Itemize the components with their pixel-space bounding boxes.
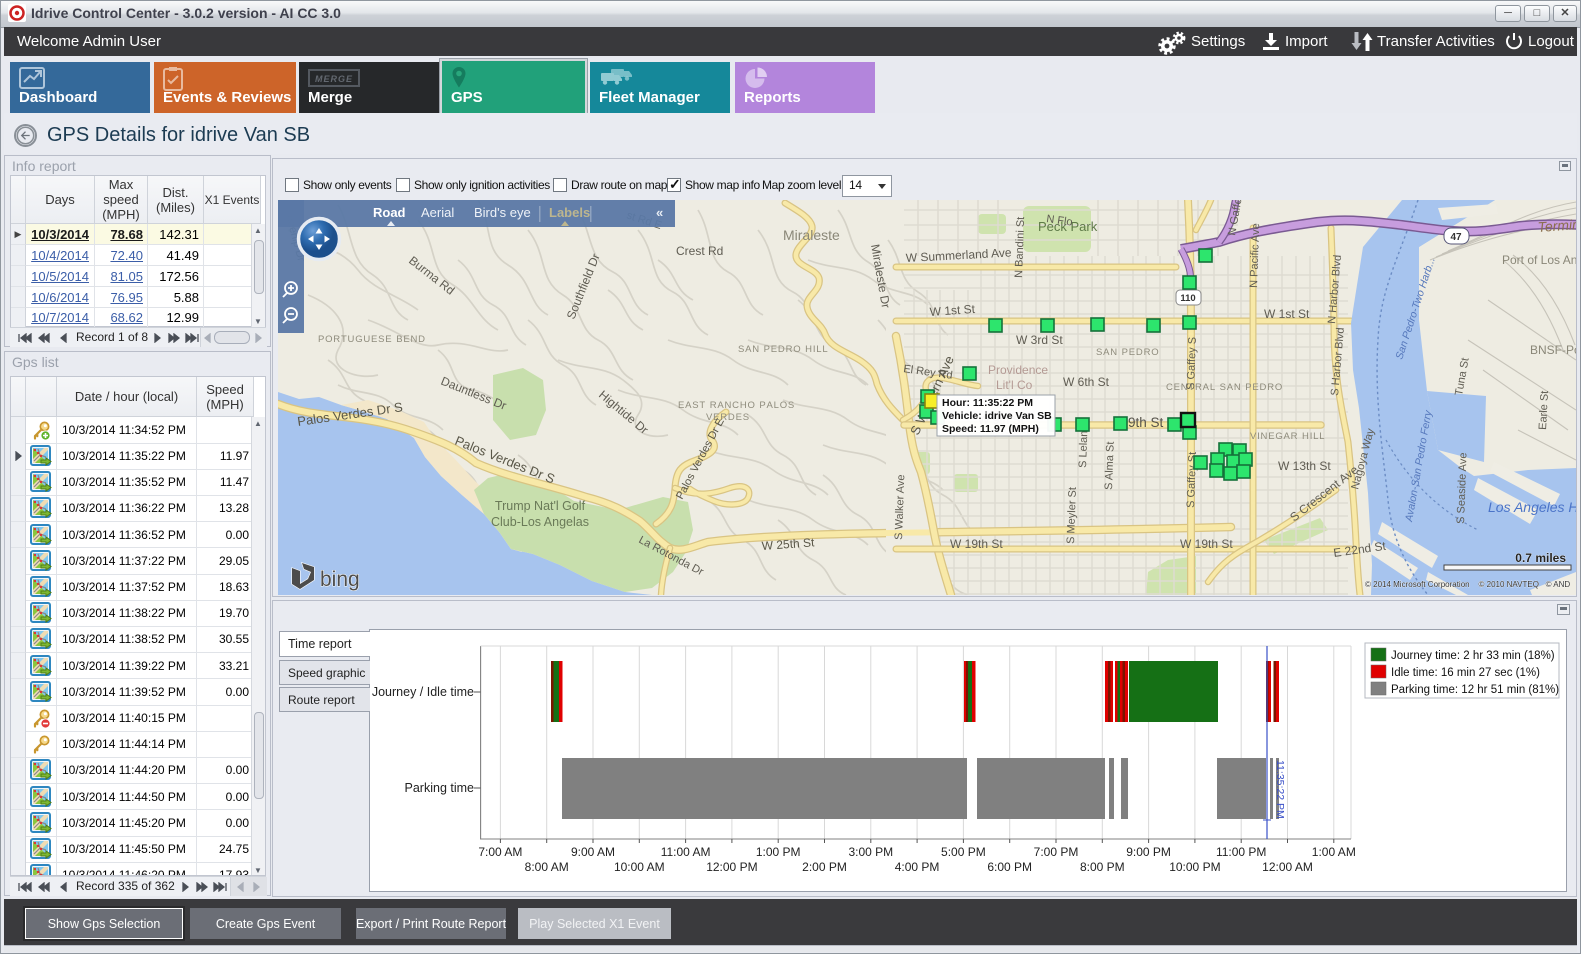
svg-text:4:00 PM: 4:00 PM — [895, 860, 940, 874]
svg-text:P O R T U G U E S E B E N D: P O R T U G U E S E B E N D — [318, 334, 425, 345]
svg-text:Journey time: 2 hr 33 min (18%: Journey time: 2 hr 33 min (18%) — [1391, 650, 1555, 662]
svg-text:BNSF-Port: BNSF-Port — [1530, 343, 1576, 357]
svg-text:MERGE: MERGE — [315, 74, 353, 84]
svg-text:11:00 AM: 11:00 AM — [661, 845, 711, 859]
svg-text:Providence: Providence — [988, 363, 1048, 377]
svg-text:9:00 PM: 9:00 PM — [1126, 845, 1171, 859]
svg-text:W 19th St: W 19th St — [1180, 537, 1233, 551]
svg-text:S Meyler St: S Meyler St — [1065, 487, 1079, 544]
svg-text:Los Angeles Harb: Los Angeles Harb — [1488, 499, 1576, 515]
svg-text:Hour: 11:35:22 PM: Hour: 11:35:22 PM — [942, 397, 1033, 409]
svg-text:Crest Rd: Crest Rd — [676, 244, 723, 258]
svg-text:Port of Los Angel: Port of Los Angel — [1502, 253, 1576, 267]
svg-text:Lit'l Co: Lit'l Co — [996, 378, 1033, 392]
svg-text:N Bandini St: N Bandini St — [1013, 217, 1027, 279]
svg-text:© 2014 Microsoft Corporation: © 2014 Microsoft Corporation © 2010 NAVT… — [1365, 580, 1570, 589]
svg-text:S Walker Ave: S Walker Ave — [893, 474, 907, 540]
svg-text:Journey / Idle time: Journey / Idle time — [372, 685, 474, 699]
svg-text:S A N P E D R O H I L L: S A N P E D R O H I L L — [738, 344, 828, 355]
svg-text:47: 47 — [1450, 232, 1462, 243]
svg-text:bing: bing — [320, 568, 360, 591]
svg-text:Parking time: 12 hr 51 min (81: Parking time: 12 hr 51 min (81%) — [1391, 684, 1559, 696]
svg-text:W 19th St: W 19th St — [950, 537, 1003, 551]
svg-text:S A N P E D R O: S A N P E D R O — [1096, 347, 1159, 358]
svg-text:W 6th St: W 6th St — [1063, 375, 1110, 389]
svg-text:Club-Los Angelas: Club-Los Angelas — [491, 515, 589, 529]
svg-text:7:00 PM: 7:00 PM — [1034, 845, 1079, 859]
svg-text:8:00 AM: 8:00 AM — [525, 860, 569, 874]
svg-text:Vehicle: idrive Van SB: Vehicle: idrive Van SB — [942, 410, 1052, 422]
svg-text:7:00 AM: 7:00 AM — [478, 845, 522, 859]
svg-text:N Pacific Ave: N Pacific Ave — [1248, 223, 1262, 288]
svg-text:3:00 PM: 3:00 PM — [848, 845, 893, 859]
svg-text:W 13th St: W 13th St — [1278, 459, 1331, 473]
svg-text:E A S T R A N C H O P A L O: E A S T R A N C H O P A L O S — [678, 400, 794, 411]
svg-text:8:00 PM: 8:00 PM — [1080, 860, 1125, 874]
svg-text:Road: Road — [373, 205, 406, 220]
svg-text:W 1st St: W 1st St — [1264, 307, 1310, 321]
svg-text:Trump Nat'l Golf: Trump Nat'l Golf — [495, 499, 586, 513]
svg-text:Idle time: 16 min 27 sec (1%): Idle time: 16 min 27 sec (1%) — [1391, 667, 1540, 679]
svg-text:9:00 AM: 9:00 AM — [571, 845, 615, 859]
svg-text:5:00 PM: 5:00 PM — [941, 845, 986, 859]
svg-text:10:00 AM: 10:00 AM — [614, 860, 665, 874]
svg-text:S Seaside Ave: S Seaside Ave — [1455, 452, 1469, 524]
svg-text:9th St: 9th St — [1128, 415, 1164, 430]
svg-text:11:00 PM: 11:00 PM — [1216, 845, 1266, 859]
svg-text:V I N E G A R H I L L: V I N E G A R H I L L — [1250, 431, 1325, 442]
svg-text:6:00 PM: 6:00 PM — [987, 860, 1032, 874]
svg-text:C E N T R A L S A N P E D R: C E N T R A L S A N P E D R O — [1166, 382, 1282, 393]
svg-text:Aerial: Aerial — [421, 205, 454, 220]
svg-text:S Alma St: S Alma St — [1103, 441, 1117, 490]
svg-text:1:00 PM: 1:00 PM — [756, 845, 801, 859]
svg-text:Speed: 11.97 (MPH): Speed: 11.97 (MPH) — [942, 423, 1039, 435]
svg-text:W 3rd St: W 3rd St — [1016, 333, 1063, 347]
svg-text:11:35:22 PM: 11:35:22 PM — [1274, 760, 1286, 819]
svg-text:S Gaffey S: S Gaffey S — [1185, 337, 1199, 390]
svg-text:10:00 PM: 10:00 PM — [1169, 860, 1220, 874]
svg-text:12:00 AM: 12:00 AM — [1262, 860, 1313, 874]
svg-text:Parking time: Parking time — [405, 781, 475, 795]
svg-text:«: « — [656, 205, 663, 220]
svg-text:12:00 PM: 12:00 PM — [706, 860, 757, 874]
svg-text:Earle St: Earle St — [1537, 390, 1551, 430]
svg-text:110: 110 — [1180, 293, 1195, 304]
svg-text:0.7 miles: 0.7 miles — [1515, 551, 1566, 565]
svg-text:1:00 AM: 1:00 AM — [1312, 845, 1356, 859]
svg-text:Labels: Labels — [549, 205, 590, 220]
svg-text:Miraleste: Miraleste — [783, 227, 840, 243]
svg-text:V E R D E S: V E R D E S — [706, 412, 749, 423]
svg-text:Bird's eye: Bird's eye — [474, 205, 531, 220]
svg-text:2:00 PM: 2:00 PM — [802, 860, 847, 874]
